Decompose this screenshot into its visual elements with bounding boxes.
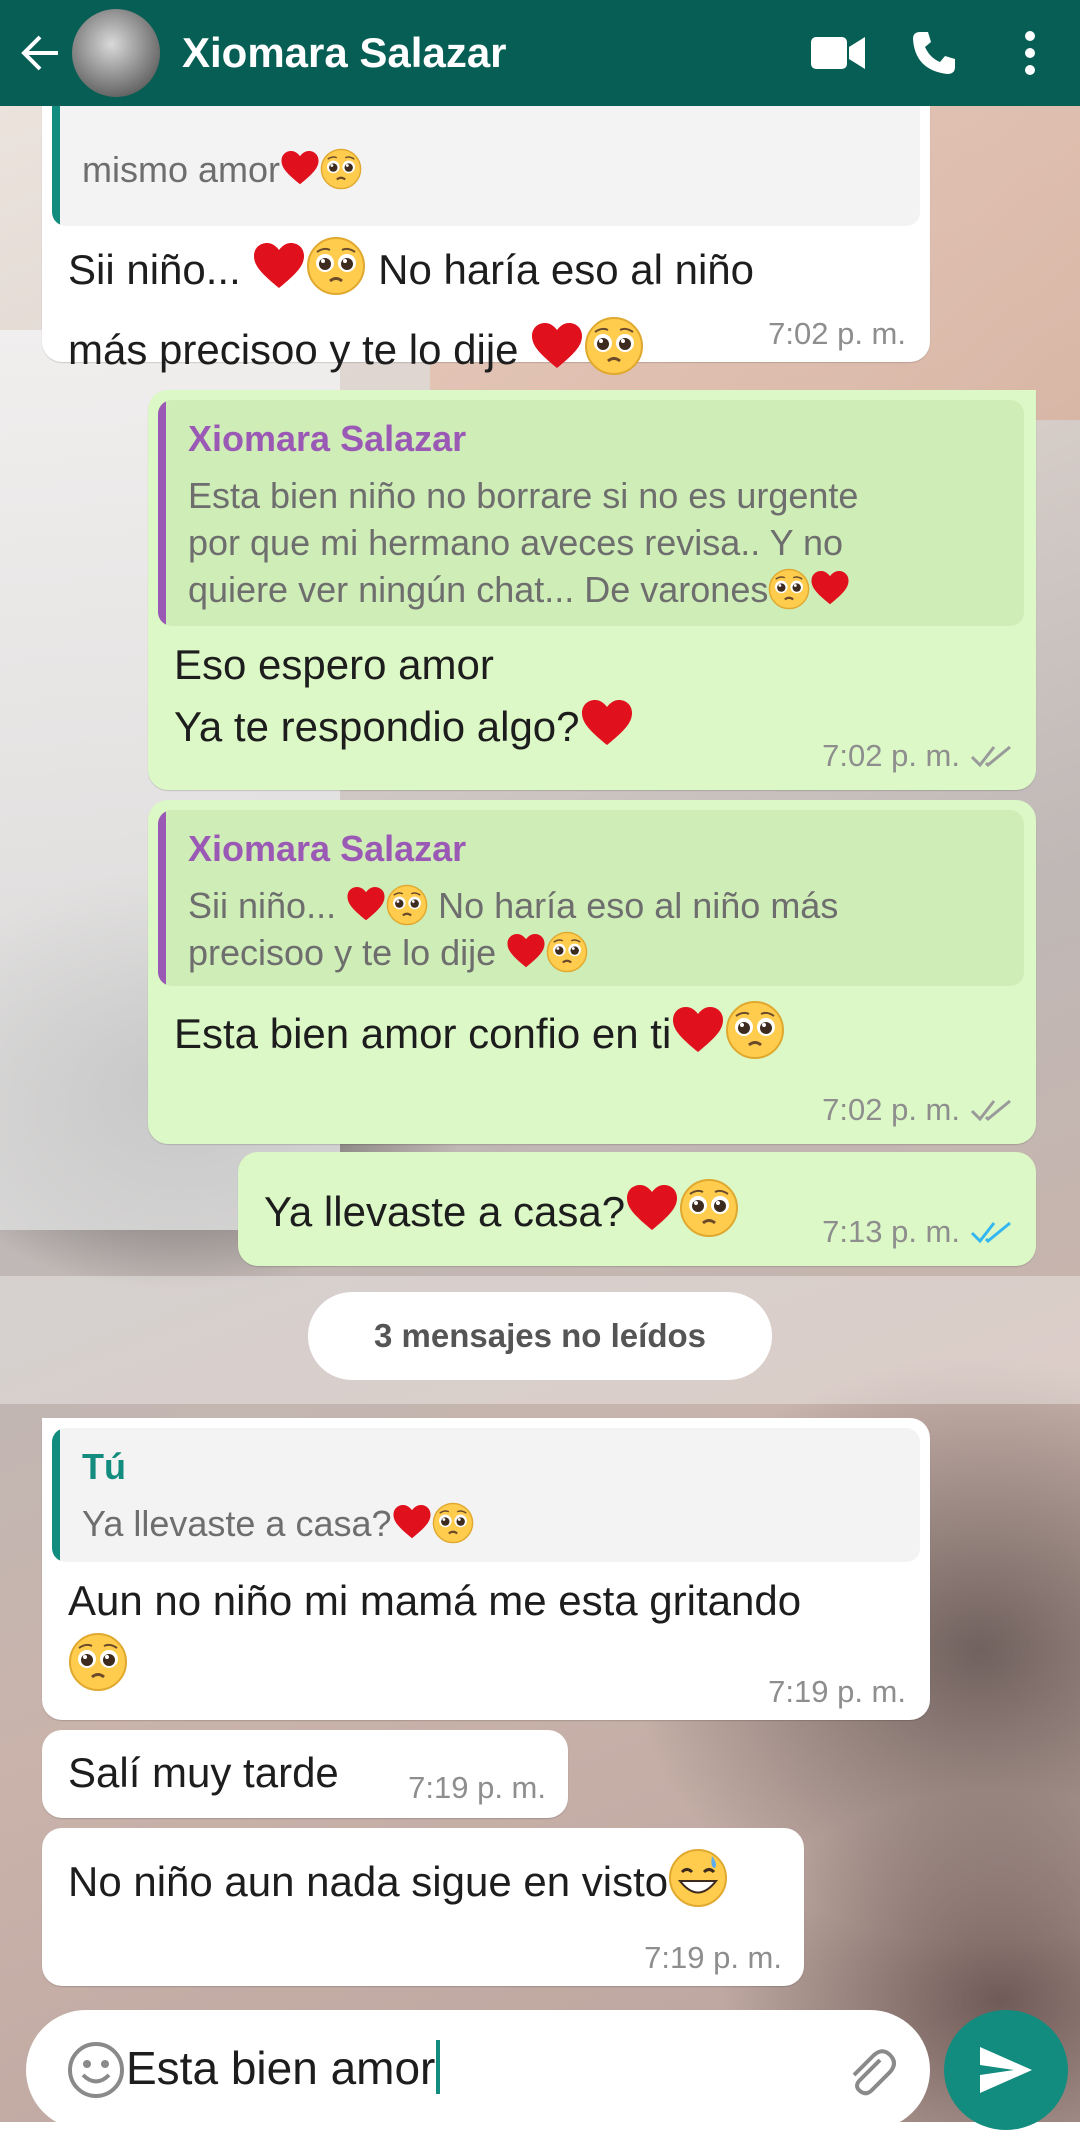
attach-icon[interactable] [842,2044,898,2100]
back-arrow-icon[interactable] [20,33,60,73]
double-check-icon [970,1096,1012,1124]
emoji-icon[interactable] [66,2040,126,2100]
heart-emoji-icon [252,242,306,290]
unread-messages-badge: 3 mensajes no leídos [308,1292,772,1380]
message-text: Salí muy tarde [68,1749,339,1796]
heart-emoji-icon [346,886,386,922]
grinning-sweat-emoji-icon [668,1848,728,1908]
quote-bar [158,400,166,626]
quoted-message[interactable]: Tú Ya llevaste a casa? [52,1428,920,1562]
quoted-message[interactable]: Xiomara Salazar Sii niño... No haría eso… [158,810,1024,986]
pleading-face-emoji-icon [679,1178,739,1238]
quote-author: Xiomara Salazar [188,828,467,869]
pleading-face-emoji-icon [68,1632,128,1692]
heart-emoji-icon [625,1184,679,1232]
avatar[interactable] [72,9,160,97]
pleading-face-emoji-icon [768,568,810,610]
contact-name[interactable]: Xiomara Salazar [182,29,808,77]
more-vert-icon[interactable] [1000,23,1060,83]
message-text: más precisoo y te lo dije [68,316,644,381]
message-bubble-outgoing[interactable]: Xiomara Salazar Esta bien niño no borrar… [148,390,1036,790]
quote-author: Xiomara Salazar [188,418,467,459]
double-check-icon [970,742,1012,770]
heart-emoji-icon [671,1006,725,1054]
heart-emoji-icon [530,322,584,370]
pleading-face-emoji-icon [306,236,366,296]
pleading-face-emoji-icon [386,884,428,926]
read-receipt-icon [970,1218,1012,1246]
message-time: 7:02 p. m. [822,1092,1012,1128]
quote-bar [158,810,166,986]
quoted-message[interactable]: Xiomara Salazar Esta bien niño no borrar… [158,400,1024,626]
message-time: 7:19 p. m. [408,1770,546,1805]
message-input[interactable]: Esta bien amor [126,2040,441,2095]
message-bubble-outgoing[interactable]: Xiomara Salazar Sii niño... No haría eso… [148,800,1036,1144]
quote-bar [52,1428,60,1562]
text-caret [436,2040,441,2094]
message-bubble-outgoing[interactable]: Ya llevaste a casa? 7:13 p. m. [238,1152,1036,1266]
message-time: 7:13 p. m. [822,1214,1012,1250]
message-text: Ya te respondio algo? [174,696,634,758]
message-bubble-incoming[interactable]: Tú Ya llevaste a casa? Aun no niño mi ma… [42,1418,930,1720]
pleading-face-emoji-icon [432,1502,474,1544]
quote-author: Tú [82,1446,126,1487]
quote-text: mismo amor [82,146,362,193]
message-bubble-incoming[interactable]: Salí muy tarde 7:19 p. m. [42,1730,568,1818]
heart-emoji-icon [506,933,546,969]
heart-emoji-icon [280,150,320,186]
pleading-face-emoji-icon [584,316,644,376]
message-text: Ya llevaste a casa? [264,1178,739,1243]
quote-text: Sii niño... No haría eso al niño más pre… [188,884,839,973]
message-time: 7:02 p. m. [822,738,1012,774]
message-text: No niño aun nada sigue en visto [68,1848,728,1913]
pleading-face-emoji-icon [546,931,588,973]
send-icon[interactable] [944,2010,1068,2130]
chat-header: Xiomara Salazar [0,0,1080,106]
heart-emoji-icon [580,699,634,747]
pleading-face-emoji-icon [320,148,362,190]
quote-bar [52,106,60,226]
message-text: Eso espero amor [174,641,494,688]
message-text: Esta bien amor confio en ti [174,1000,785,1065]
phone-icon[interactable] [904,23,964,83]
heart-emoji-icon [810,570,850,606]
quoted-message[interactable]: mismo amor [52,106,920,226]
pleading-face-emoji-icon [725,1000,785,1060]
message-bubble-incoming[interactable]: mismo amor Sii niño... No haría eso al n… [42,76,930,362]
message-time: 7:19 p. m. [644,1940,782,1975]
message-time: 7:19 p. m. [768,1674,906,1709]
message-composer[interactable]: Esta bien amor [26,2010,930,2130]
message-text: Sii niño... No haría eso al niño [68,236,754,301]
quote-text: Esta bien niño no borrare si no es urgen… [188,475,859,610]
message-time: 7:02 p. m. [768,316,906,351]
video-call-icon[interactable] [808,23,868,83]
message-bubble-incoming[interactable]: No niño aun nada sigue en visto 7:19 p. … [42,1828,804,1986]
quote-text: Ya llevaste a casa? [82,1500,474,1547]
heart-emoji-icon [392,1504,432,1540]
